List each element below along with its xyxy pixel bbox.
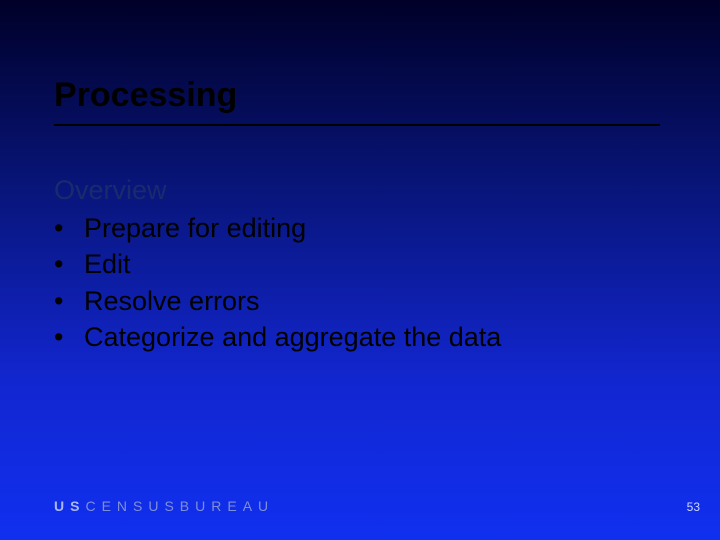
bullet-text: Categorize and aggregate the data [84,319,501,355]
slide: Processing Overview • Prepare for editin… [0,0,720,540]
footer-logo-rest: CENSUSBUREAU [85,498,274,514]
bullet-dot-icon: • [54,210,84,246]
list-item: • Resolve errors [54,283,501,319]
list-item: • Edit [54,246,501,282]
page-number: 53 [687,500,700,514]
footer-logo-us: US [54,498,85,514]
bullet-text: Edit [84,246,131,282]
slide-title: Processing [54,76,660,115]
list-item: • Categorize and aggregate the data [54,319,501,355]
bullet-dot-icon: • [54,246,84,282]
list-item: • Prepare for editing [54,210,501,246]
bullet-text: Resolve errors [84,283,260,319]
slide-subtitle: Overview [54,175,167,206]
bullet-dot-icon: • [54,283,84,319]
bullet-text: Prepare for editing [84,210,306,246]
title-underline [54,124,660,126]
bullet-dot-icon: • [54,319,84,355]
bullet-list: • Prepare for editing • Edit • Resolve e… [54,210,501,356]
footer-logo: USCENSUSBUREAU [54,498,274,514]
